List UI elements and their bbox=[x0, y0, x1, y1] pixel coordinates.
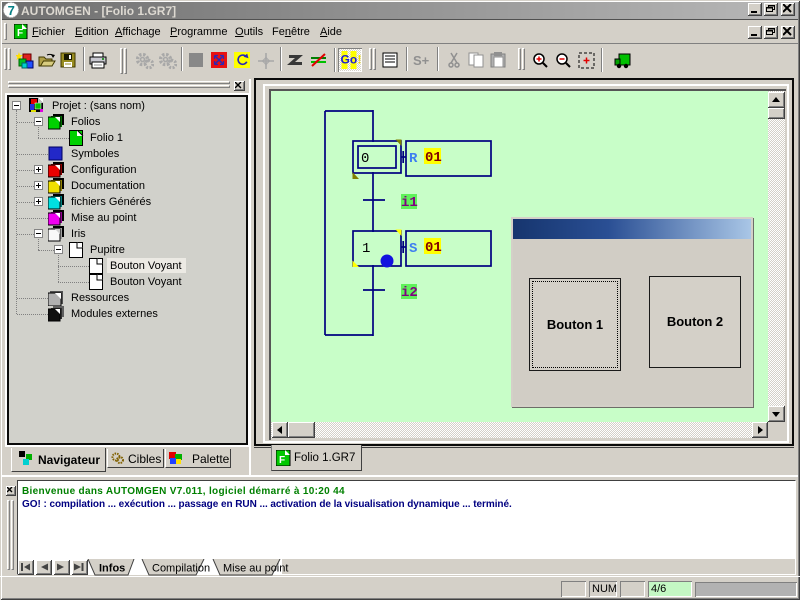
svg-text:!: ! bbox=[358, 53, 362, 67]
svg-text:i2: i2 bbox=[401, 285, 418, 301]
svg-text:01: 01 bbox=[425, 150, 442, 166]
svg-text:F: F bbox=[17, 28, 23, 39]
svg-text:Mise au point: Mise au point bbox=[223, 563, 288, 575]
svg-text:0: 0 bbox=[361, 151, 369, 167]
svg-text:1: 1 bbox=[362, 241, 370, 257]
svg-text:Infos: Infos bbox=[99, 563, 125, 575]
svg-text:S+: S+ bbox=[413, 53, 430, 68]
svg-text:R: R bbox=[409, 151, 418, 167]
svg-text:Go: Go bbox=[341, 53, 358, 67]
svg-text:7: 7 bbox=[8, 3, 15, 18]
svg-text:Compilation: Compilation bbox=[152, 563, 210, 575]
svg-text:i1: i1 bbox=[401, 195, 418, 211]
svg-text:F: F bbox=[279, 455, 285, 466]
svg-text:01: 01 bbox=[425, 240, 442, 256]
svg-text:S: S bbox=[409, 241, 417, 257]
